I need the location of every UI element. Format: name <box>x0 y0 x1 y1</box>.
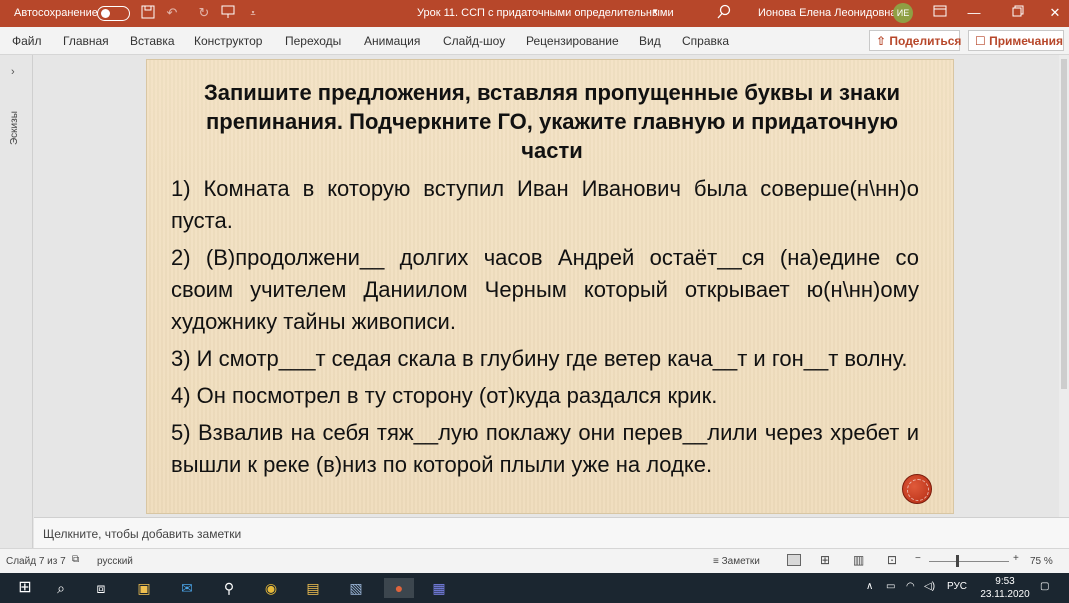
save-icon[interactable] <box>140 5 156 21</box>
status-bar: Слайд 7 из 7 ⧉ русский ≡ Заметки ⊞ ▥ ⊡ −… <box>0 548 1069 573</box>
clock-date: 23.11.2020 <box>980 589 1030 600</box>
start-icon[interactable]: ⊞ <box>14 578 36 598</box>
slide-canvas[interactable]: Запишите предложения, вставляя пропущенн… <box>146 59 954 514</box>
search-icon[interactable] <box>716 4 732 20</box>
zoom-level[interactable]: 75 % <box>1030 556 1053 567</box>
zoom-slider-thumb[interactable] <box>956 555 959 567</box>
share-button[interactable]: ⇧ Поделиться <box>869 30 962 51</box>
comment-icon: ☐ <box>975 34 990 48</box>
magnifier-icon[interactable]: ⚲ <box>218 578 240 598</box>
minimize-icon[interactable]: — <box>964 4 984 22</box>
slide-editor: Запишите предложения, вставляя пропущенн… <box>34 55 1069 517</box>
autosave-toggle[interactable] <box>97 6 130 21</box>
thumbnails-pane: › Эскизы <box>0 55 33 548</box>
battery-icon[interactable]: ▭ <box>886 581 895 592</box>
comments-label: Примечания <box>989 34 1063 48</box>
avatar[interactable]: ИЕ <box>893 3 913 23</box>
tab-transitions[interactable]: Переходы <box>285 34 341 48</box>
tray-chevron-icon[interactable]: ∧ <box>866 581 873 592</box>
teams-icon[interactable]: ▦ <box>428 578 450 598</box>
autosave-label: Автосохранение <box>14 7 98 19</box>
user-name[interactable]: Ионова Елена Леонидовна <box>758 7 896 19</box>
mail-icon[interactable]: ✉ <box>176 578 198 598</box>
list-item: 1) Комната в которую вступил Иван Иванов… <box>171 176 919 233</box>
clock[interactable]: 9:53 23.11.2020 <box>978 575 1032 601</box>
chevron-down-icon[interactable]: ▾ <box>653 6 658 17</box>
expand-chevron-icon[interactable]: › <box>11 66 15 78</box>
task-view-icon[interactable]: ⧈ <box>90 578 112 598</box>
windows-taskbar: ⊞ ⌕ ⧈ ▣ ✉ ⚲ ◉ ▤ ▧ ● ▦ ∧ ▭ ◠ ◁) РУС 9:53 … <box>0 573 1069 603</box>
tab-insert[interactable]: Вставка <box>130 34 175 48</box>
chrome-icon[interactable]: ◉ <box>260 578 282 598</box>
tab-home[interactable]: Главная <box>63 34 109 48</box>
undo-icon[interactable]: ↶ <box>164 5 180 21</box>
clock-time: 9:53 <box>995 576 1015 587</box>
tab-help[interactable]: Справка <box>682 34 729 48</box>
tab-review[interactable]: Рецензирование <box>526 34 619 48</box>
decorative-badge-icon <box>902 474 932 504</box>
volume-icon[interactable]: ◁) <box>924 581 935 592</box>
accessibility-icon[interactable]: ⧉ <box>72 554 79 565</box>
zoom-slider[interactable] <box>929 561 1009 562</box>
title-bar: Автосохранение ↶ ↻ ⩡ Урок 11. ССП с прид… <box>0 0 1069 27</box>
list-item: 2) (В)продолжени__ долгих часов Андрей о… <box>171 245 919 334</box>
network-icon[interactable]: ◠ <box>906 581 915 592</box>
customize-toolbar-icon[interactable]: ⩡ <box>245 5 261 21</box>
thumbnails-label[interactable]: Эскизы <box>9 85 20 145</box>
restore-icon[interactable] <box>1008 4 1028 22</box>
store-icon[interactable]: ▣ <box>133 578 155 598</box>
slide-title[interactable]: Запишите предложения, вставляя пропущенн… <box>187 78 917 165</box>
tab-view[interactable]: Вид <box>639 34 661 48</box>
redo-icon[interactable]: ↻ <box>196 5 212 21</box>
notes-icon: ≡ <box>713 556 722 567</box>
zoom-in-icon[interactable]: + <box>1013 553 1019 564</box>
notes-label: Заметки <box>721 556 760 567</box>
share-label: Поделиться <box>889 34 962 48</box>
file-explorer-icon[interactable]: ▤ <box>302 578 324 598</box>
present-icon[interactable] <box>220 5 236 21</box>
scrollbar-thumb[interactable] <box>1061 59 1067 389</box>
notes-placeholder: Щелкните, чтобы добавить заметки <box>43 527 242 541</box>
tab-design[interactable]: Конструктор <box>194 34 262 48</box>
photos-icon[interactable]: ▧ <box>345 578 367 598</box>
list-item: 4) Он посмотрел в ту сторону (от)куда ра… <box>171 383 718 408</box>
document-title: Урок 11. ССП с придаточными определитель… <box>417 7 674 19</box>
powerpoint-taskbar-icon[interactable]: ● <box>384 578 414 598</box>
notes-pane[interactable]: Щелкните, чтобы добавить заметки <box>34 517 1069 548</box>
close-icon[interactable]: ✕ <box>1045 4 1065 22</box>
tab-file[interactable]: Файл <box>12 34 42 48</box>
slide-sorter-icon[interactable]: ⊞ <box>820 553 830 567</box>
slide-counter: Слайд 7 из 7 <box>6 556 66 567</box>
comments-button[interactable]: ☐ Примечания <box>968 30 1064 51</box>
reading-view-icon[interactable]: ▥ <box>853 553 864 567</box>
zoom-out-icon[interactable]: − <box>915 553 921 564</box>
language-indicator[interactable]: РУС <box>947 581 967 592</box>
vertical-scrollbar[interactable] <box>1059 55 1069 517</box>
slide-body[interactable]: 1) Комната в которую вступил Иван Иванов… <box>171 173 919 486</box>
normal-view-icon[interactable] <box>787 554 801 566</box>
notes-toggle[interactable]: ≡ Заметки <box>713 556 760 567</box>
ribbon-tabs: Файл Главная Вставка Конструктор Переход… <box>0 27 1069 55</box>
search-icon[interactable]: ⌕ <box>50 578 72 598</box>
tab-animations[interactable]: Анимация <box>364 34 420 48</box>
tab-slideshow[interactable]: Слайд-шоу <box>443 34 505 48</box>
ribbon-display-icon[interactable] <box>930 4 950 22</box>
slideshow-view-icon[interactable]: ⊡ <box>887 553 897 567</box>
notification-icon[interactable]: ▢ <box>1040 581 1049 592</box>
language-indicator[interactable]: русский <box>97 556 133 567</box>
list-item: 3) И смотр___т седая скала в глубину где… <box>171 346 908 371</box>
list-item: 5) Взвалив на себя тяж__лую поклажу они … <box>171 420 919 477</box>
toggle-knob <box>101 9 110 18</box>
share-icon: ⇧ <box>876 34 890 48</box>
